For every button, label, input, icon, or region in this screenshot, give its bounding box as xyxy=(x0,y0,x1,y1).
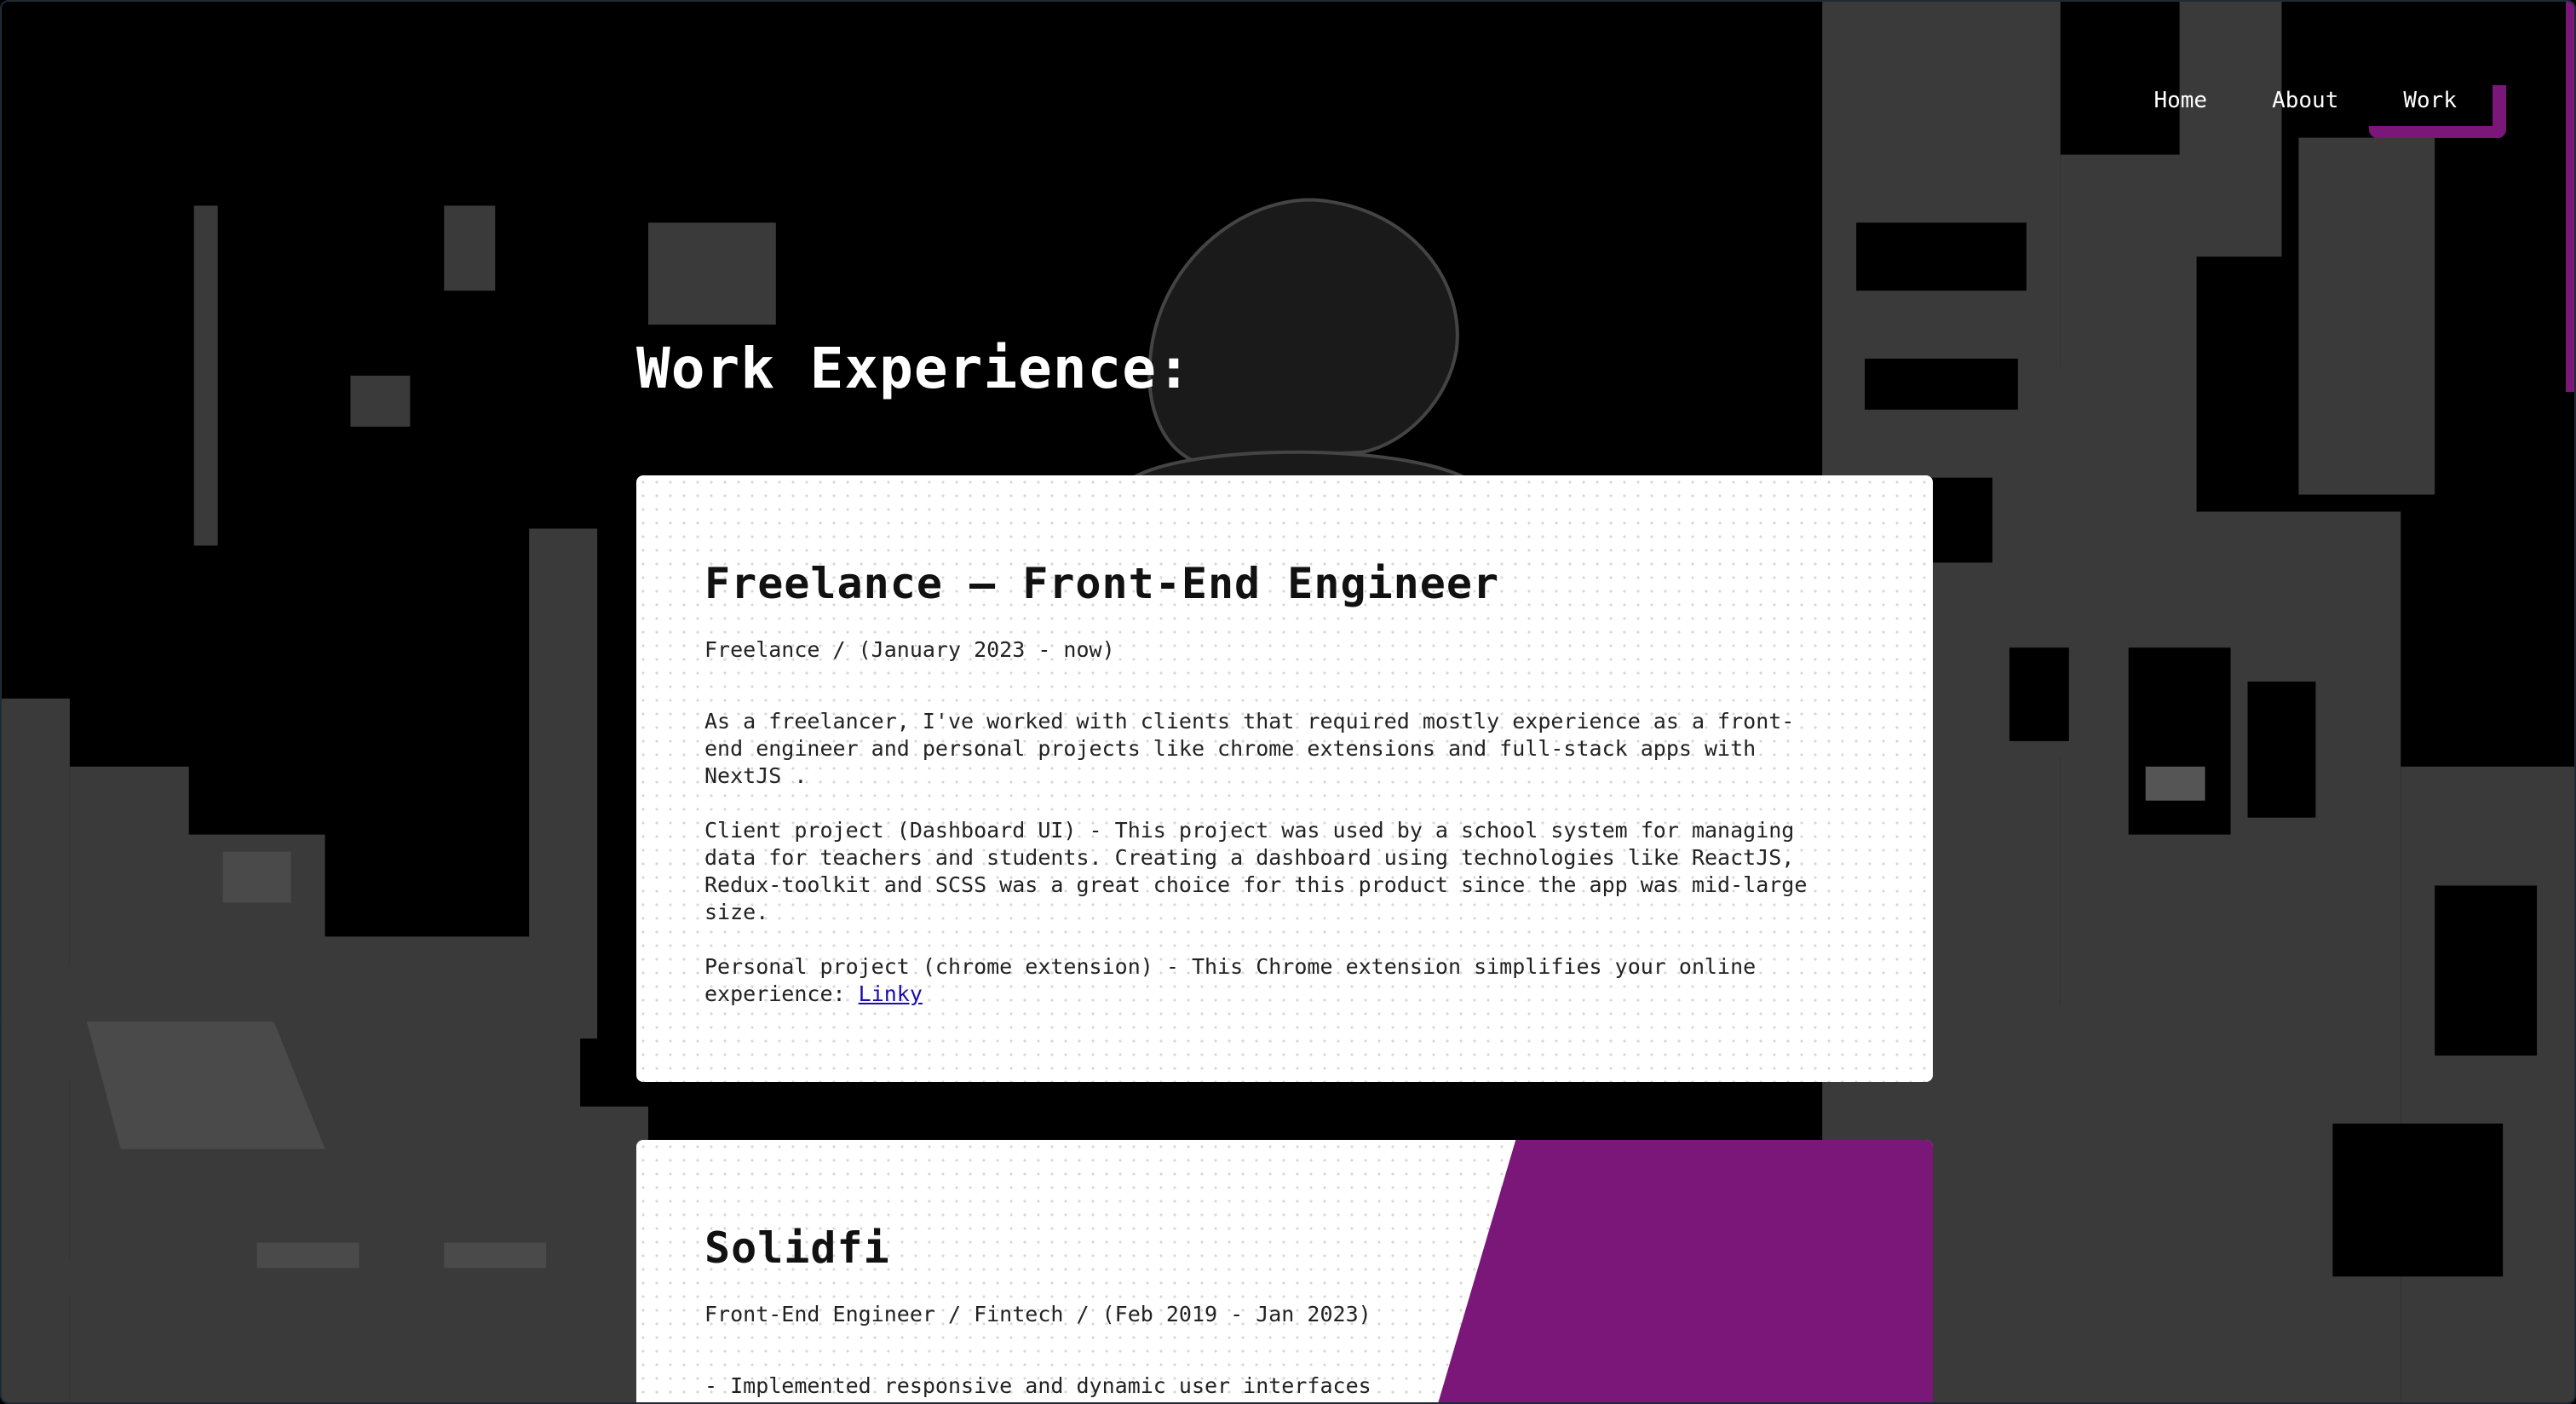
experience-card: Freelance – Front-End Engineer Freelance… xyxy=(636,475,1933,1082)
nav-work-link[interactable]: Work xyxy=(2369,83,2506,138)
experience-paragraph: - Implemented responsive and dynamic use… xyxy=(704,1373,1371,1398)
top-nav: Home About Work xyxy=(2121,83,2506,138)
experience-description: As a freelancer, I've worked with client… xyxy=(704,708,1812,1008)
nav-home-link[interactable]: Home xyxy=(2121,83,2240,118)
experience-title: Freelance – Front-End Engineer xyxy=(704,559,1500,608)
app-window: Home About Work Work Experience: Freelan… xyxy=(0,0,2576,1404)
experience-card: Solidfi Front-End Engineer / Fintech / (… xyxy=(636,1140,1933,1402)
page-title: Work Experience: xyxy=(636,336,1192,401)
experience-meta: Front-End Engineer / Fintech / (Feb 2019… xyxy=(704,1302,1371,1326)
scroll-accent-bar xyxy=(2566,2,2574,392)
experience-paragraph: Personal project (chrome extension) - Th… xyxy=(704,953,1812,1008)
experience-paragraph: As a freelancer, I've worked with client… xyxy=(704,709,1795,788)
experience-paragraph: Client project (Dashboard UI) - This pro… xyxy=(704,818,1808,924)
experience-meta: Freelance / (January 2023 - now) xyxy=(704,637,1115,662)
linky-link[interactable]: Linky xyxy=(859,981,923,1006)
experience-description: - Implemented responsive and dynamic use… xyxy=(704,1372,1812,1400)
nav-about-link[interactable]: About xyxy=(2240,83,2371,118)
experience-title: Solidfi xyxy=(704,1223,890,1273)
